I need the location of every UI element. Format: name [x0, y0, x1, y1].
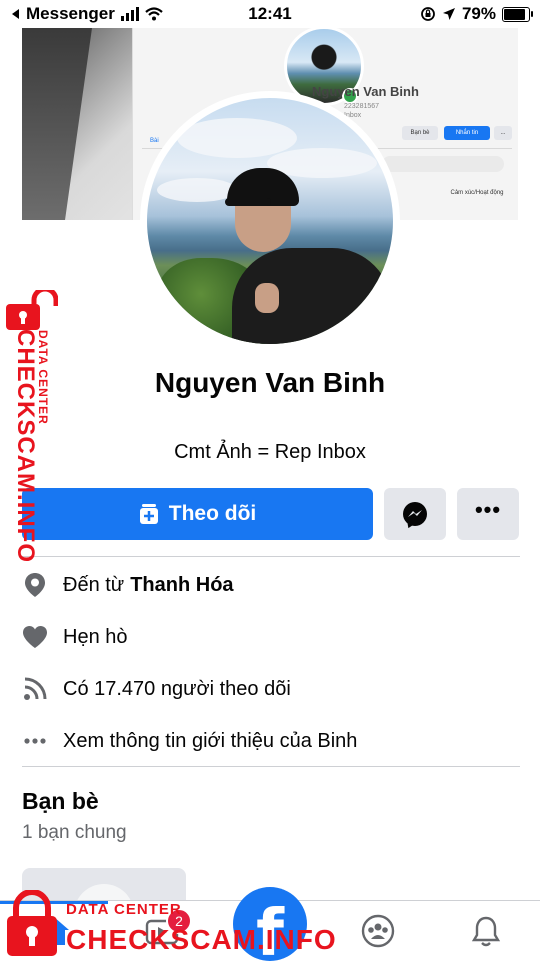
lock-icon — [6, 290, 58, 330]
watermark-side: DATA CENTER CHECKSCAM.INFO — [2, 290, 62, 563]
cover-mini-message-btn: Nhắn tin — [444, 126, 490, 140]
intro-see-about[interactable]: Xem thông tin giới thiệu của Binh — [22, 721, 357, 761]
nav-groups[interactable] — [356, 911, 400, 951]
heart-icon — [22, 624, 48, 650]
messenger-icon — [403, 502, 427, 526]
cover-mini-input — [382, 156, 504, 172]
status-right: 79% — [420, 4, 533, 24]
profile-name: Nguyen Van Binh — [154, 367, 386, 398]
more-icon: ••• — [474, 497, 502, 522]
friends-subtitle: 1 bạn chung — [22, 822, 127, 843]
location-pin-icon — [22, 572, 48, 598]
watermark-small-bottom: DATA CENTER — [66, 901, 182, 918]
lock-icon — [7, 890, 57, 956]
battery-icon — [502, 6, 533, 22]
groups-icon — [361, 914, 395, 948]
watermark-big-bottom: CHECKSCAM.INFO — [66, 924, 337, 955]
cover-mini-friends-btn: Bạn bè — [402, 126, 438, 140]
cover-mini-tab: Bài — [150, 138, 159, 144]
follow-button[interactable]: Theo dõi — [22, 488, 373, 540]
bell-icon — [471, 916, 501, 947]
watermark-big-side: CHECKSCAM.INFO — [12, 329, 39, 563]
follow-label: Theo dõi — [168, 502, 257, 525]
profile-photo — [147, 98, 393, 344]
friends-title: Bạn bè — [22, 788, 99, 814]
nav-notifications[interactable] — [464, 911, 508, 951]
battery-percent: 79% — [461, 4, 496, 23]
cover-mini-feeling: Cảm xúc/Hoạt động — [450, 190, 504, 196]
cover-mini-more-btn: ... — [494, 126, 512, 140]
messenger-button[interactable] — [384, 488, 446, 540]
rss-feed-icon — [22, 676, 48, 702]
location-arrow-icon — [442, 8, 455, 20]
cover-mini-name: Nguyen Van Binh — [312, 84, 419, 99]
more-button[interactable]: ••• — [457, 488, 519, 540]
profile-bio: Cmt Ảnh = Rep Inbox — [174, 441, 366, 463]
follow-icon — [139, 504, 158, 524]
intro-dating[interactable]: Hẹn hò — [22, 617, 128, 657]
divider — [22, 766, 520, 767]
intro-hometown: Đến từ Thanh Hóa — [22, 565, 234, 605]
profile-avatar[interactable] — [140, 91, 400, 351]
cover-laptop-edge — [22, 28, 92, 220]
orientation-lock-icon — [421, 7, 435, 21]
intro-followers[interactable]: Có 17.470 người theo dõi — [22, 669, 291, 709]
status-bar: Messenger 12:41 79% — [0, 0, 540, 28]
divider — [22, 556, 520, 557]
ellipsis-icon — [22, 728, 48, 754]
